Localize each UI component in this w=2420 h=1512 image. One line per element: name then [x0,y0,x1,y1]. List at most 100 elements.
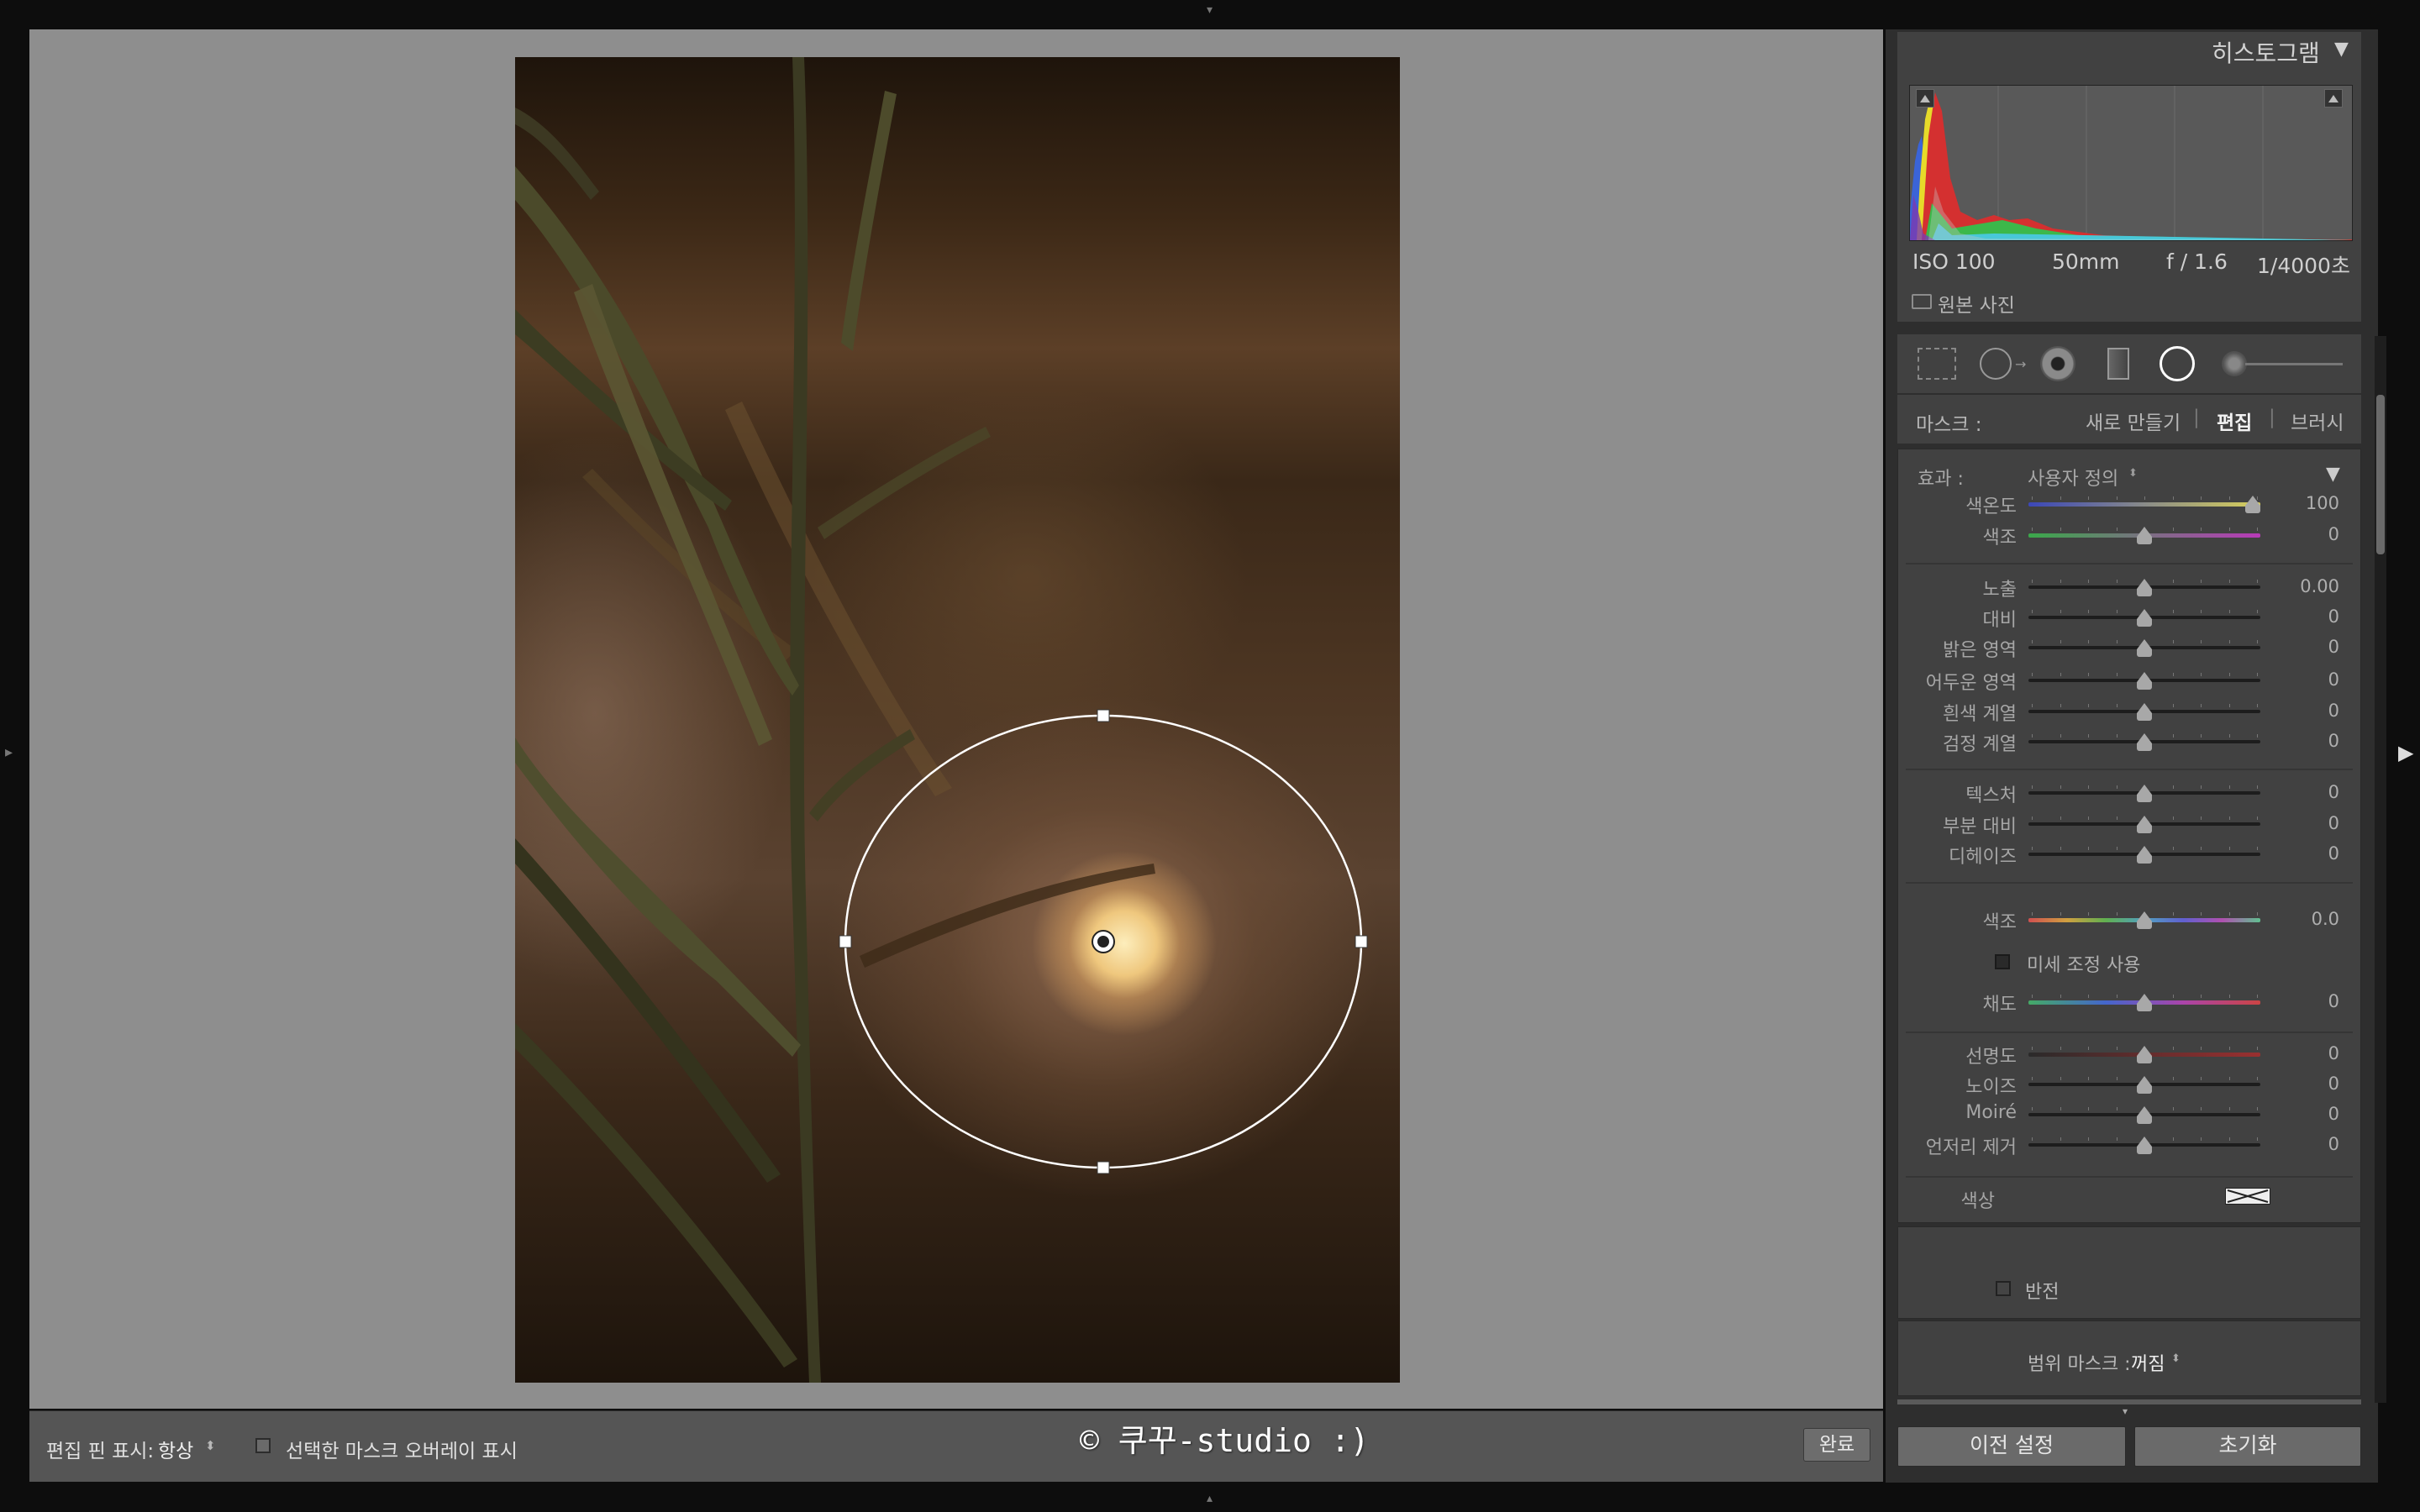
slider-tick [2088,912,2089,916]
defringe-value[interactable]: 0 [2264,1134,2339,1154]
left-panel-toggle-icon[interactable]: ▸ [5,743,13,761]
temp-value[interactable]: 100 [2264,493,2339,513]
original-photo-checkbox[interactable] [1912,294,1932,309]
temp-slider-track[interactable] [2028,502,2260,507]
exposure-value[interactable]: 0.00 [2264,576,2339,596]
noise-value[interactable]: 0 [2264,1074,2339,1094]
mask-edit-tab[interactable]: 편집 [2217,407,2252,435]
bottom-panel-toggle-icon[interactable]: ▴ [1207,1492,1213,1505]
slider-tick [2116,673,2118,676]
pin-display-select[interactable]: 항상 [158,1435,193,1463]
highlights-label: 밝은 영역 [1943,640,2017,661]
dehaze-value[interactable]: 0 [2264,843,2339,864]
shadows-slider-thumb[interactable] [2137,672,2152,690]
slider-tick [2032,704,2033,707]
reset-button[interactable]: 초기화 [2134,1426,2361,1467]
graduated-filter-icon[interactable] [2107,348,2129,380]
hue-slider-thumb[interactable] [2137,911,2152,929]
texture-value[interactable]: 0 [2264,782,2339,802]
invert-checkbox[interactable] [1996,1281,2011,1296]
slider-tick [2201,673,2202,676]
spot-removal-icon[interactable] [1980,348,2012,380]
range-mask-select[interactable]: 꺼짐 [2131,1349,2165,1376]
fine-adjust-checkbox[interactable] [1995,954,2010,969]
exif-shutter: 1/4000초 [2257,254,2350,278]
hue-value[interactable]: 0.0 [2264,909,2339,929]
slider-tick [2060,1077,2061,1080]
mask-new-button[interactable]: 새로 만들기 [2086,407,2181,435]
highlights-slider-thumb[interactable] [2137,639,2152,657]
exif-focal-length: 50mm [2052,249,2120,274]
tint-value[interactable]: 0 [2264,524,2339,544]
select-arrows-icon[interactable]: ⬍ [205,1438,216,1453]
slider-tick [2060,704,2061,707]
exposure-label: 노출 [1982,580,2017,601]
saturation-slider-thumb[interactable] [2137,994,2152,1011]
saturation-value[interactable]: 0 [2264,991,2339,1011]
previous-settings-button[interactable]: 이전 설정 [1897,1426,2126,1467]
slider-tick [2228,704,2230,707]
moire-slider-thumb[interactable] [2137,1106,2152,1124]
shadows-value[interactable]: 0 [2264,669,2339,690]
slider-tick [2116,1077,2118,1080]
collapse-triangle-icon[interactable]: ▼ [2334,39,2349,60]
noise-slider-thumb[interactable] [2137,1076,2152,1094]
contrast-slider-thumb[interactable] [2137,609,2152,627]
color-swatch[interactable] [2225,1188,2270,1205]
defringe-slider-thumb[interactable] [2137,1137,2152,1154]
slider-tick [2088,847,2089,850]
slider-tick [2257,912,2258,916]
slider-tick [2060,734,2061,738]
dehaze-slider-thumb[interactable] [2137,846,2152,864]
sharpness-value[interactable]: 0 [2264,1043,2339,1063]
mask-brush-tab[interactable]: 브러시 [2291,407,2344,435]
select-arrows-icon[interactable]: ⬍ [2128,467,2138,480]
divider [1906,1032,2353,1033]
slider-tick [2201,704,2202,707]
exif-iso: ISO 100 [1912,249,1996,274]
whites-slider-thumb[interactable] [2137,703,2152,721]
exposure-slider-thumb[interactable] [2137,579,2152,596]
blacks-slider-thumb[interactable] [2137,733,2152,751]
overlay-checkbox[interactable] [255,1438,271,1453]
done-button[interactable]: 완료 [1803,1428,1870,1462]
red-eye-icon[interactable] [2040,346,2075,381]
effect-preset-select[interactable]: 사용자 정의 [2028,464,2118,491]
original-photo-label: 원본 사진 [1938,295,2015,317]
histogram-chart[interactable] [1909,85,2353,241]
slider-tick [2116,847,2118,850]
slider-tick [2116,816,2118,820]
top-panel-toggle-icon[interactable]: ▾ [1207,3,1213,17]
histogram-title[interactable]: 히스토그램 [2212,35,2320,69]
slider-tick [2032,528,2033,531]
radial-filter-icon[interactable] [2160,346,2195,381]
slider-tick [2201,1107,2202,1110]
tint-slider-thumb[interactable] [2137,527,2152,544]
temp-slider-thumb[interactable] [2245,496,2260,513]
shadow-clipping-toggle[interactable] [1916,89,1934,108]
panel-scrollbar[interactable] [2375,336,2386,1403]
whites-value[interactable]: 0 [2264,701,2339,721]
contrast-value[interactable]: 0 [2264,606,2339,627]
select-arrows-icon[interactable]: ⬍ [2171,1352,2181,1365]
sharpness-slider-thumb[interactable] [2137,1046,2152,1063]
crop-overlay-icon[interactable] [1918,348,1956,380]
texture-slider-thumb[interactable] [2137,785,2152,802]
blacks-label: 검정 계열 [1943,734,2017,755]
scrollbar-thumb[interactable] [2376,395,2385,554]
right-panel-toggle-icon[interactable]: ▶ [2398,741,2413,764]
highlight-clipping-toggle[interactable] [2324,89,2343,108]
slider-tick [2032,1137,2033,1141]
moire-value[interactable]: 0 [2264,1104,2339,1124]
slider-tick [2116,912,2118,916]
divider [1906,769,2353,770]
slider-tick [2172,734,2174,738]
clarity-slider-thumb[interactable] [2137,816,2152,833]
highlights-value[interactable]: 0 [2264,637,2339,657]
photo-image[interactable] [515,57,1400,1383]
effect-collapse-icon[interactable]: ▼ [2326,464,2340,485]
slider-tick [2257,580,2258,583]
clarity-value[interactable]: 0 [2264,813,2339,833]
blacks-value[interactable]: 0 [2264,731,2339,751]
adjustment-brush-icon[interactable] [2222,351,2247,376]
